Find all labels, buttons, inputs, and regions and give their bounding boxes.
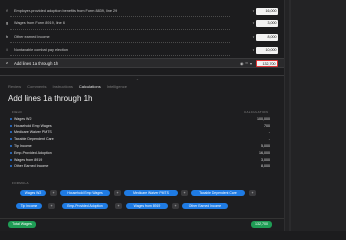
calc-field-value: -	[268, 137, 270, 142]
formula-chip[interactable]: Emp-Provided Adoption	[62, 203, 108, 209]
bullet-icon	[10, 158, 12, 161]
line-value-field[interactable]: 132,700	[256, 59, 278, 67]
tab-comments[interactable]: Comments	[27, 84, 46, 89]
plus-operator: +	[172, 203, 179, 209]
main-area: f Employer-provided adoption benefits fr…	[0, 0, 284, 231]
calc-row: Emp-Provided Adoption 16,000	[10, 150, 270, 157]
bullet-icon	[10, 138, 12, 141]
form-line-1i[interactable]: i Nontaxable combat pay election ▾ 10,00…	[0, 45, 284, 55]
calc-field-value: 100,000	[257, 116, 270, 121]
right-sidebar	[284, 0, 346, 231]
form-line-1z[interactable]: z Add lines 1a through 1h ◉ ∞ ▾ 132,700	[0, 58, 284, 68]
field-column-header: FIELD	[12, 110, 23, 114]
scrollbar[interactable]	[289, 0, 291, 231]
panel-collapse-icon[interactable]: ⌄	[136, 77, 139, 81]
plus-operator: +	[50, 190, 57, 196]
calc-row: Wages W2 100,000	[10, 116, 270, 123]
bullet-icon	[10, 145, 12, 148]
plus-operator: +	[181, 190, 188, 196]
line-value-field[interactable]: 3,000	[256, 19, 278, 27]
calc-field-name: Wages W2	[14, 116, 32, 121]
line-number: i	[6, 48, 8, 52]
calc-row: Household Emp Wages 700	[10, 122, 270, 129]
calc-row: Taxable Dependent Care -	[10, 136, 270, 143]
line-value-field[interactable]: 16,000	[256, 7, 278, 15]
tab-intelligence[interactable]: Intelligence	[107, 84, 127, 89]
formula-chip[interactable]: Wages W2	[20, 190, 46, 196]
plus-operator: +	[114, 190, 121, 196]
form-line-1g[interactable]: g Wages from Form 8919, line 6 ▾ 3,000	[0, 18, 284, 28]
formula-chip[interactable]: Wages from 8919	[126, 203, 168, 209]
calc-row: Other Earned Income 8,000	[10, 163, 270, 170]
line-value-field[interactable]: 10,000	[256, 46, 278, 54]
plus-operator: +	[249, 190, 256, 196]
bullet-icon	[10, 117, 12, 120]
formula-chip[interactable]: Taxable Dependent Care	[191, 190, 245, 196]
calc-field-value: 16,000	[259, 150, 270, 155]
divider	[10, 55, 230, 56]
line-description: Add lines 1a through 1h	[14, 60, 59, 66]
calc-field-value: -	[268, 130, 270, 135]
calc-field-name: Wages from 8919	[14, 157, 43, 162]
line-number: f	[6, 9, 8, 13]
line-description: Other earned income	[14, 35, 50, 39]
calc-field-name: Household Emp Wages	[14, 123, 52, 128]
formula-chip[interactable]: Tip Income	[16, 203, 42, 209]
formula-label: FORMULA	[12, 181, 29, 185]
calc-field-name: Taxable Dependent Care	[14, 137, 54, 142]
calc-field-value: 8,000	[261, 164, 270, 169]
bullet-icon	[10, 131, 12, 134]
divider	[10, 16, 230, 17]
line-description: Nontaxable combat pay election	[14, 48, 69, 52]
plus-operator: +	[115, 203, 122, 209]
calc-field-name: Emp-Provided Adoption	[14, 150, 52, 155]
calc-row: Wages from 8919 3,000	[10, 156, 270, 163]
calculation-column-header: CALCULATION	[244, 110, 269, 114]
calc-field-value: 5,000	[261, 144, 270, 149]
line-value-field[interactable]: 8,000	[256, 33, 278, 41]
total-wages-value: 132,700	[251, 221, 272, 228]
chevron-down-icon[interactable]: ▾	[250, 61, 252, 66]
tab-calculations[interactable]: Calculations	[79, 84, 101, 89]
panel-title: Add lines 1a through 1h	[8, 94, 93, 103]
line-description: Employer-provided adoption benefits from…	[14, 9, 118, 13]
line-number: g	[6, 21, 8, 25]
formula-chip[interactable]: Medicare Waiver PMTS	[124, 190, 178, 196]
calc-field-value: 3,000	[261, 157, 270, 162]
eye-icon[interactable]: ◉	[240, 61, 243, 66]
form-line-1f[interactable]: f Employer-provided adoption benefits fr…	[0, 6, 284, 16]
calc-field-name: Medicare Waiver PMTS	[14, 130, 52, 135]
line-number: h	[6, 35, 8, 39]
total-wages-button[interactable]: Total Wages	[8, 221, 36, 228]
formula-chip[interactable]: Other Earned Income	[182, 203, 228, 209]
row-actions: ◉ ∞ ▾	[240, 61, 256, 66]
calc-row: Medicare Waiver PMTS -	[10, 129, 270, 136]
calc-field-name: Tip Income	[14, 144, 32, 149]
line-number: z	[6, 61, 8, 65]
calc-field-name: Other Earned Income	[14, 164, 49, 169]
plus-operator: +	[48, 203, 55, 209]
bullet-icon	[10, 151, 12, 154]
tab-instructions[interactable]: Instructions	[52, 84, 72, 89]
bullet-icon	[10, 165, 12, 168]
divider	[10, 42, 230, 43]
formula-chip[interactable]: Household Emp Wages	[60, 190, 110, 196]
tab-review[interactable]: Review	[8, 84, 21, 89]
total-bar	[0, 218, 284, 231]
form-line-1h[interactable]: h Other earned income ▾ 8,000	[0, 32, 284, 42]
link-icon[interactable]: ∞	[245, 61, 248, 65]
line-description: Wages from Form 8919, line 6	[14, 21, 65, 25]
calc-row: Tip Income 5,000	[10, 143, 270, 150]
bullet-icon	[10, 124, 12, 127]
panel-tabs: Review Comments Instructions Calculation…	[8, 84, 127, 89]
calc-field-value: 700	[264, 123, 270, 128]
divider	[10, 29, 230, 30]
